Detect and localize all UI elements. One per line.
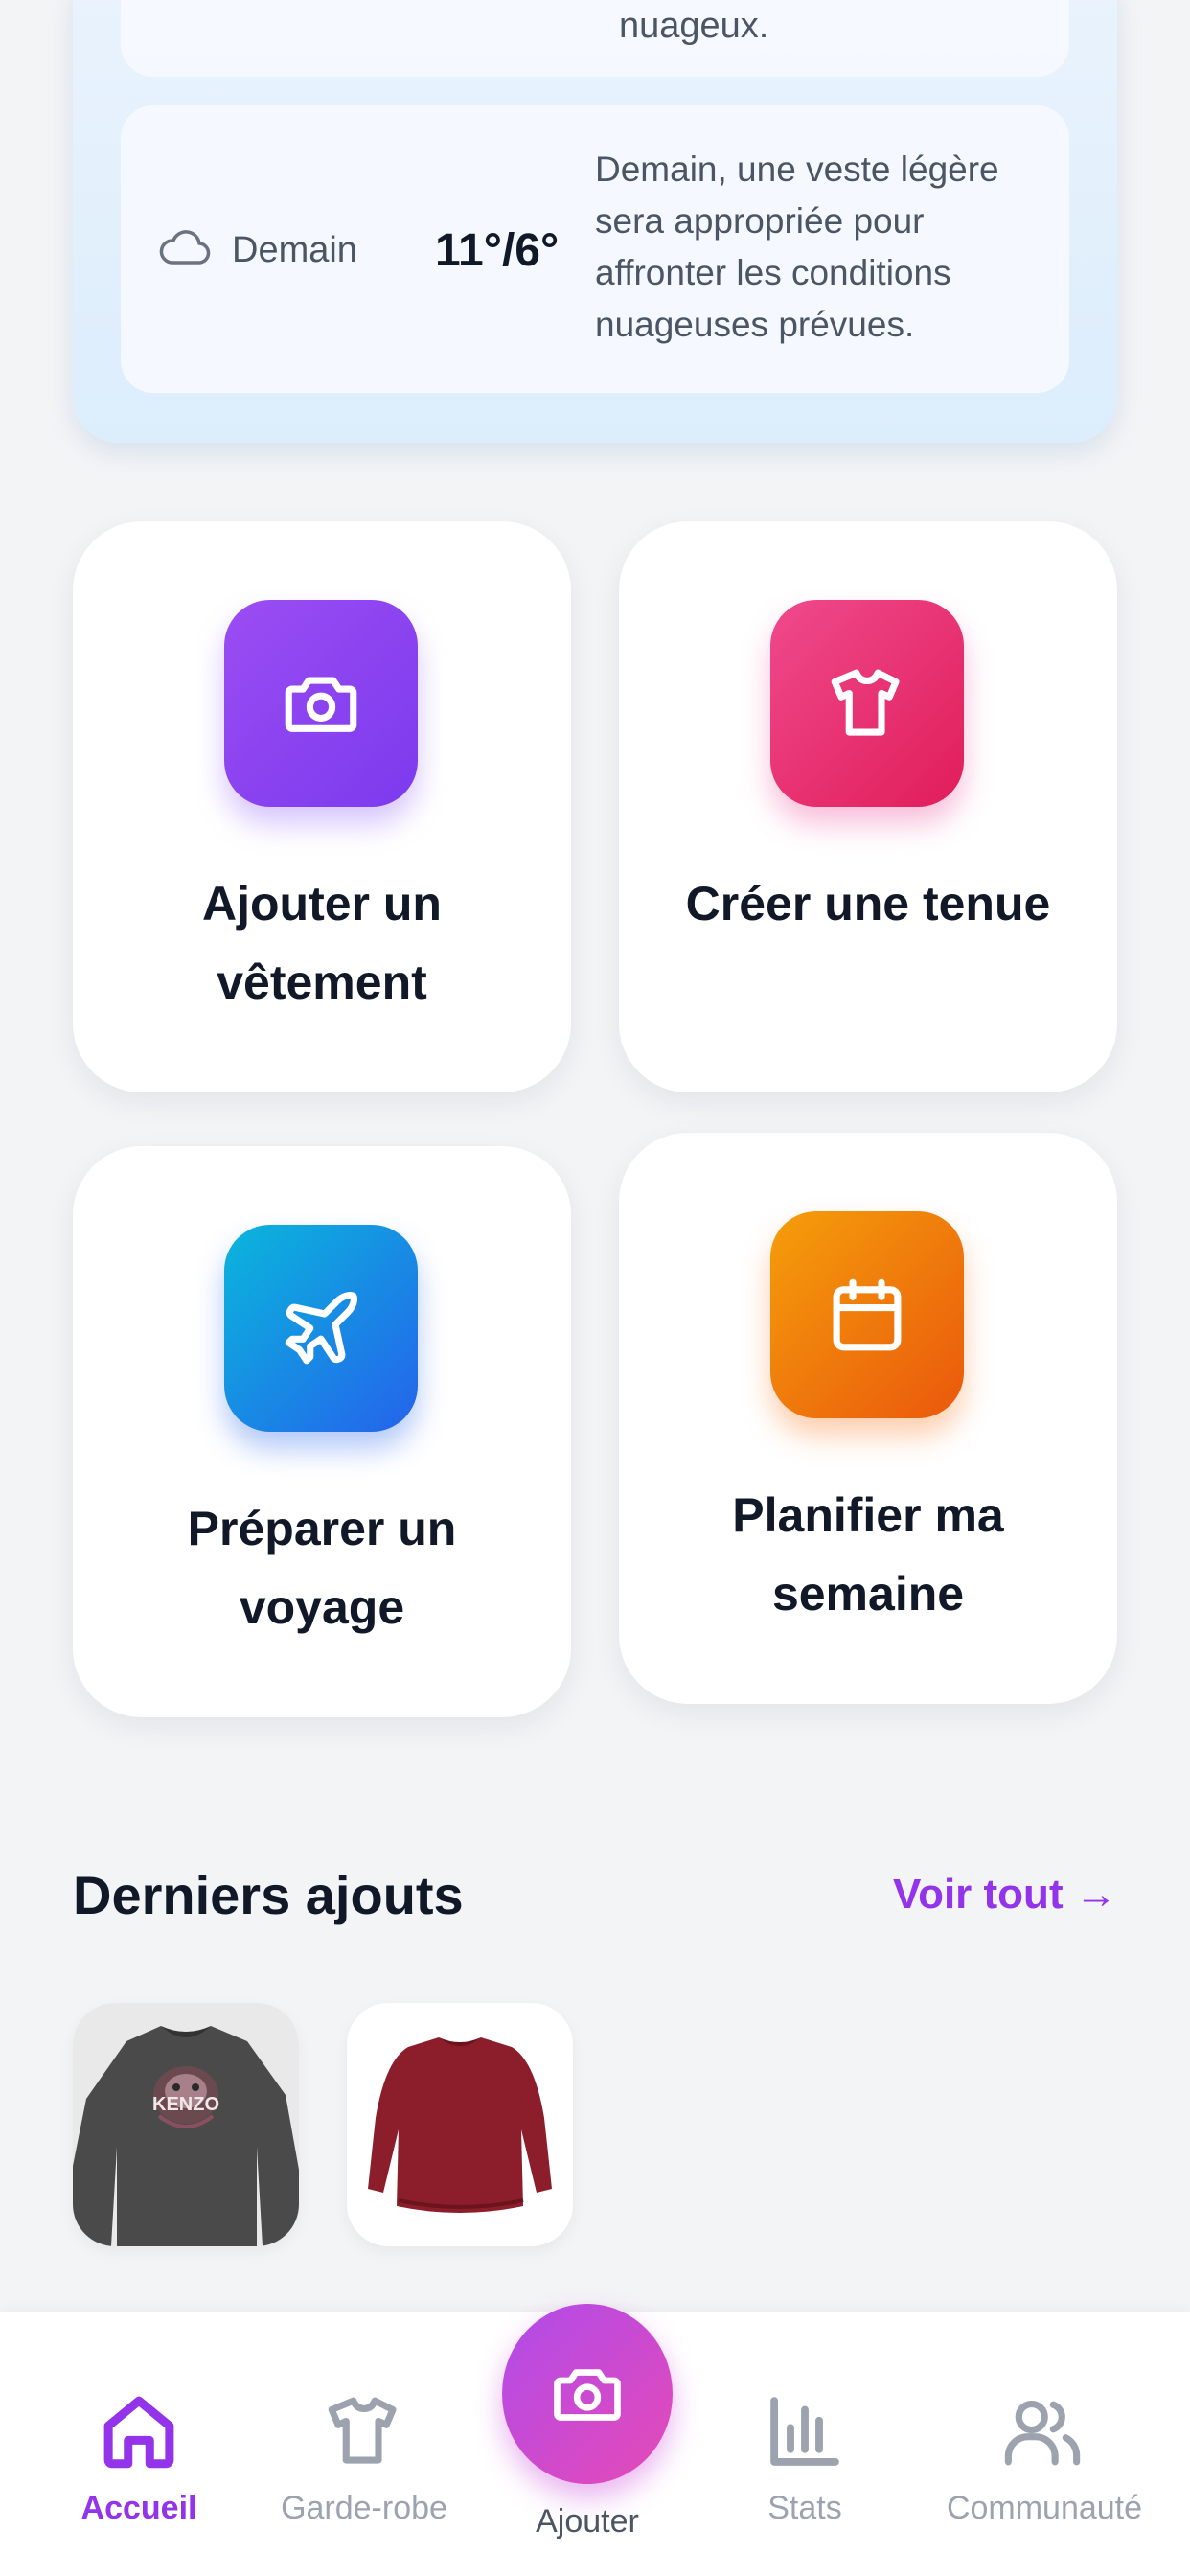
create-outfit-label: Créer une tenue (685, 877, 1051, 931)
users-icon (1004, 2400, 1081, 2466)
kenzo-logo-text: KENZO (152, 2094, 219, 2115)
action-icon-tile (770, 600, 964, 807)
action-icon-tile (770, 1211, 964, 1418)
weather-advice: Demain, une veste légère sera appropriée… (595, 150, 999, 344)
create-outfit-card[interactable]: Créer une tenue (619, 521, 1117, 1092)
nav-label-communaute: Communauté (946, 2490, 1143, 2526)
nav-communaute[interactable]: Communauté (901, 2312, 1190, 2576)
recent-title: Derniers ajouts (73, 1865, 464, 1925)
home-icon (103, 2396, 174, 2469)
home-screen: nuageux. Demain 11°/6° Demain, une veste… (0, 0, 1190, 2576)
weather-row-tomorrow: Demain 11°/6° Demain, une veste légère s… (121, 105, 1069, 393)
camera-icon (285, 677, 357, 732)
weather-day-label: Demain (232, 230, 357, 270)
plan-trip-label: Préparer un voyage (187, 1502, 457, 1634)
cloud-icon (159, 230, 211, 264)
action-icon-tile (224, 600, 418, 807)
recent-item-burgundy-sweater[interactable] (347, 2003, 573, 2246)
plan-trip-card[interactable]: Préparer un voyage (73, 1146, 571, 1717)
plane-icon (285, 1291, 358, 1365)
weather-card: nuageux. Demain 11°/6° Demain, une veste… (73, 0, 1117, 443)
plan-week-card[interactable]: Planifier ma semaine (619, 1133, 1117, 1704)
action-icon-tile (224, 1225, 418, 1432)
add-garment-card[interactable]: Ajouter un vêtement (73, 521, 571, 1092)
nav-label-ajouter[interactable]: Ajouter (444, 2503, 731, 2541)
add-garment-label: Ajouter un vêtement (202, 877, 442, 1009)
sweatshirt-photo: KENZO (73, 2003, 299, 2246)
bar-chart-icon (770, 2397, 839, 2466)
weather-temperature: 11°/6° (435, 225, 560, 276)
weather-row-today: nuageux. (121, 0, 1069, 77)
calendar-icon (833, 1278, 902, 1351)
sweater-photo (347, 2003, 573, 2246)
camera-icon (554, 2369, 621, 2421)
weather-today-text: nuageux. (619, 6, 769, 46)
see-all-link[interactable]: Voir tout → (893, 1871, 1117, 1919)
recent-item-grey-sweatshirt[interactable]: KENZO (73, 2003, 299, 2246)
tshirt-icon (831, 669, 900, 736)
add-camera-button[interactable] (502, 2304, 673, 2484)
tshirt-icon (328, 2397, 397, 2464)
plan-week-label: Planifier ma semaine (732, 1488, 1004, 1621)
